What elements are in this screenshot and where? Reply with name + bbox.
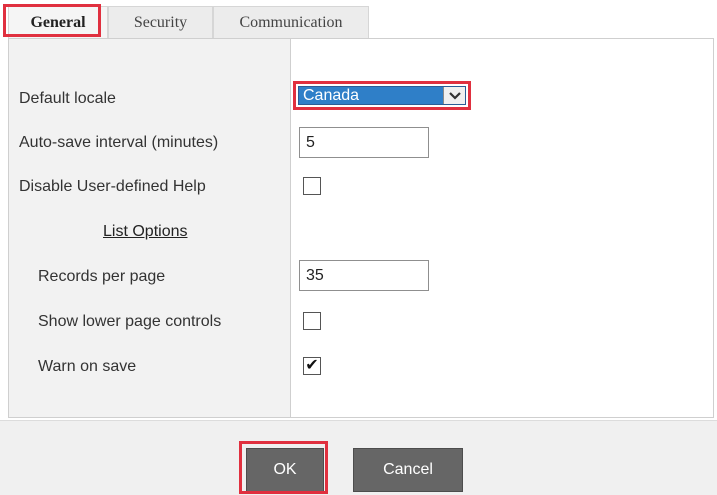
list-options-heading: List Options xyxy=(103,223,188,240)
show-lower-controls-label: Show lower page controls xyxy=(38,313,222,330)
ok-button[interactable]: OK xyxy=(246,448,324,492)
default-locale-select[interactable]: Canada xyxy=(298,86,466,105)
default-locale-value: Canada xyxy=(303,86,360,104)
records-per-page-label: Records per page xyxy=(38,268,166,285)
tab-general[interactable]: General xyxy=(8,6,108,38)
checkmark-icon: ✔ xyxy=(305,357,319,374)
tab-bar: General Security Communication xyxy=(8,6,369,38)
disable-help-checkbox[interactable] xyxy=(303,177,321,195)
tab-security[interactable]: Security xyxy=(108,6,213,38)
highlight-default-locale: Canada xyxy=(293,81,471,110)
default-locale-label: Default locale xyxy=(19,90,116,107)
warn-on-save-label: Warn on save xyxy=(38,358,137,375)
records-per-page-input[interactable] xyxy=(299,260,429,291)
warn-on-save-checkbox[interactable]: ✔ xyxy=(303,357,321,375)
autosave-interval-label: Auto-save interval (minutes) xyxy=(19,134,219,151)
chevron-down-icon[interactable] xyxy=(443,87,465,104)
disable-help-label: Disable User-defined Help xyxy=(19,178,206,195)
autosave-interval-input[interactable] xyxy=(299,127,429,158)
tab-communication[interactable]: Communication xyxy=(213,6,369,38)
cancel-button[interactable]: Cancel xyxy=(353,448,463,492)
show-lower-controls-checkbox[interactable] xyxy=(303,312,321,330)
